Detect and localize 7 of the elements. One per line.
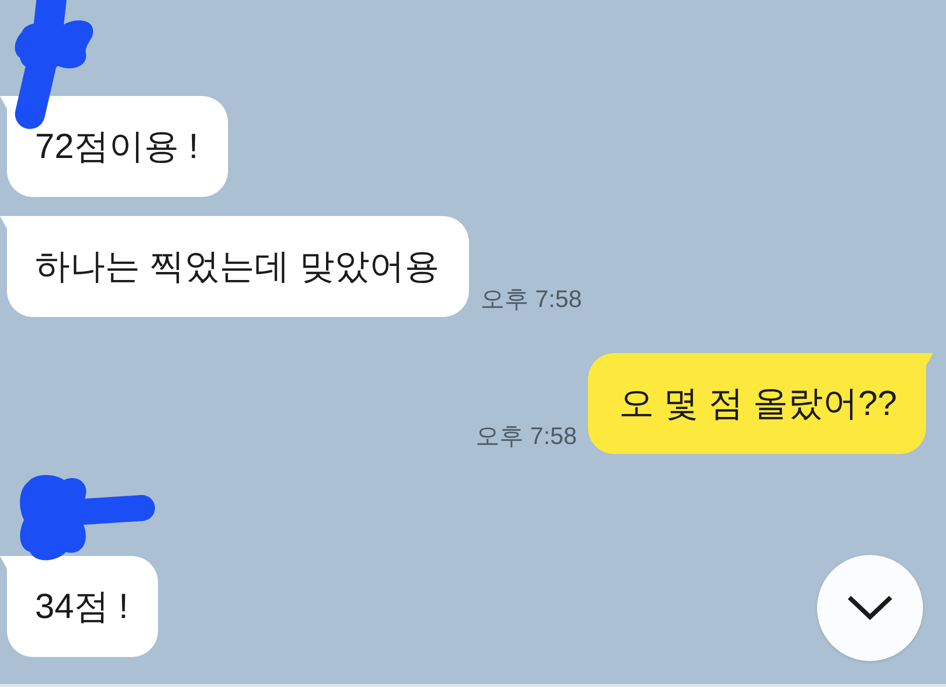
chevron-down-icon: [848, 596, 892, 620]
message-bubble: 34점 !: [0, 556, 158, 657]
message-bubble: 하나는 찍었는데 맞았어용: [0, 216, 470, 317]
message-time: 오후 7:58: [480, 286, 582, 314]
message-time: 오후 7:58: [476, 423, 577, 451]
message-bubble: 오 몇 점 올랐어??: [588, 353, 933, 454]
message-bubble: 72점이용 !: [0, 96, 228, 197]
